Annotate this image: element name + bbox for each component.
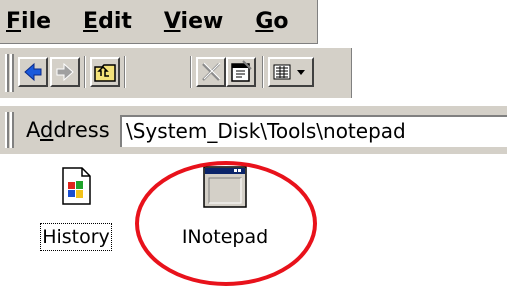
file-item-inotepad[interactable]: INotepad <box>180 164 270 247</box>
menu-bar: File Edit View Go <box>0 0 318 44</box>
back-arrow-icon <box>24 62 42 82</box>
forward-button[interactable] <box>50 57 80 87</box>
address-input[interactable]: \System_Disk\Tools\notepad <box>120 115 507 147</box>
file-label-history: History <box>40 223 112 251</box>
address-label: Address <box>26 118 110 142</box>
properties-button[interactable] <box>226 57 256 87</box>
toolbar-blank-slot <box>130 57 160 87</box>
toolbar-separator-4 <box>262 56 264 88</box>
toolbar-separator-2 <box>124 56 126 88</box>
delete-x-icon <box>202 62 221 81</box>
file-item-history[interactable]: History <box>34 166 118 251</box>
toolbar-separator-3 <box>190 56 192 88</box>
toolbar-grip[interactable] <box>5 54 9 92</box>
up-folder-button[interactable] <box>90 57 120 87</box>
properties-icon <box>231 60 252 82</box>
address-bar: Address \System_Disk\Tools\notepad <box>0 106 507 154</box>
forward-arrow-icon <box>56 62 74 82</box>
menu-go[interactable]: Go <box>255 10 288 33</box>
windows-document-icon <box>62 167 91 205</box>
views-button[interactable] <box>268 57 314 87</box>
menu-edit[interactable]: Edit <box>83 10 132 33</box>
address-grip-2[interactable] <box>10 112 14 148</box>
toolbar-separator <box>84 56 86 88</box>
application-window-icon <box>203 166 247 208</box>
file-label-inotepad: INotepad <box>181 226 269 248</box>
toolbar-grip-2[interactable] <box>10 54 14 92</box>
back-button[interactable] <box>18 57 48 87</box>
details-view-icon <box>273 64 305 80</box>
up-folder-icon <box>94 64 116 82</box>
address-grip[interactable] <box>5 112 9 148</box>
menu-file[interactable]: File <box>6 10 51 33</box>
toolbar <box>0 48 352 98</box>
delete-button[interactable] <box>196 57 226 87</box>
chevron-down-icon <box>297 70 305 75</box>
menu-view[interactable]: View <box>164 10 223 33</box>
